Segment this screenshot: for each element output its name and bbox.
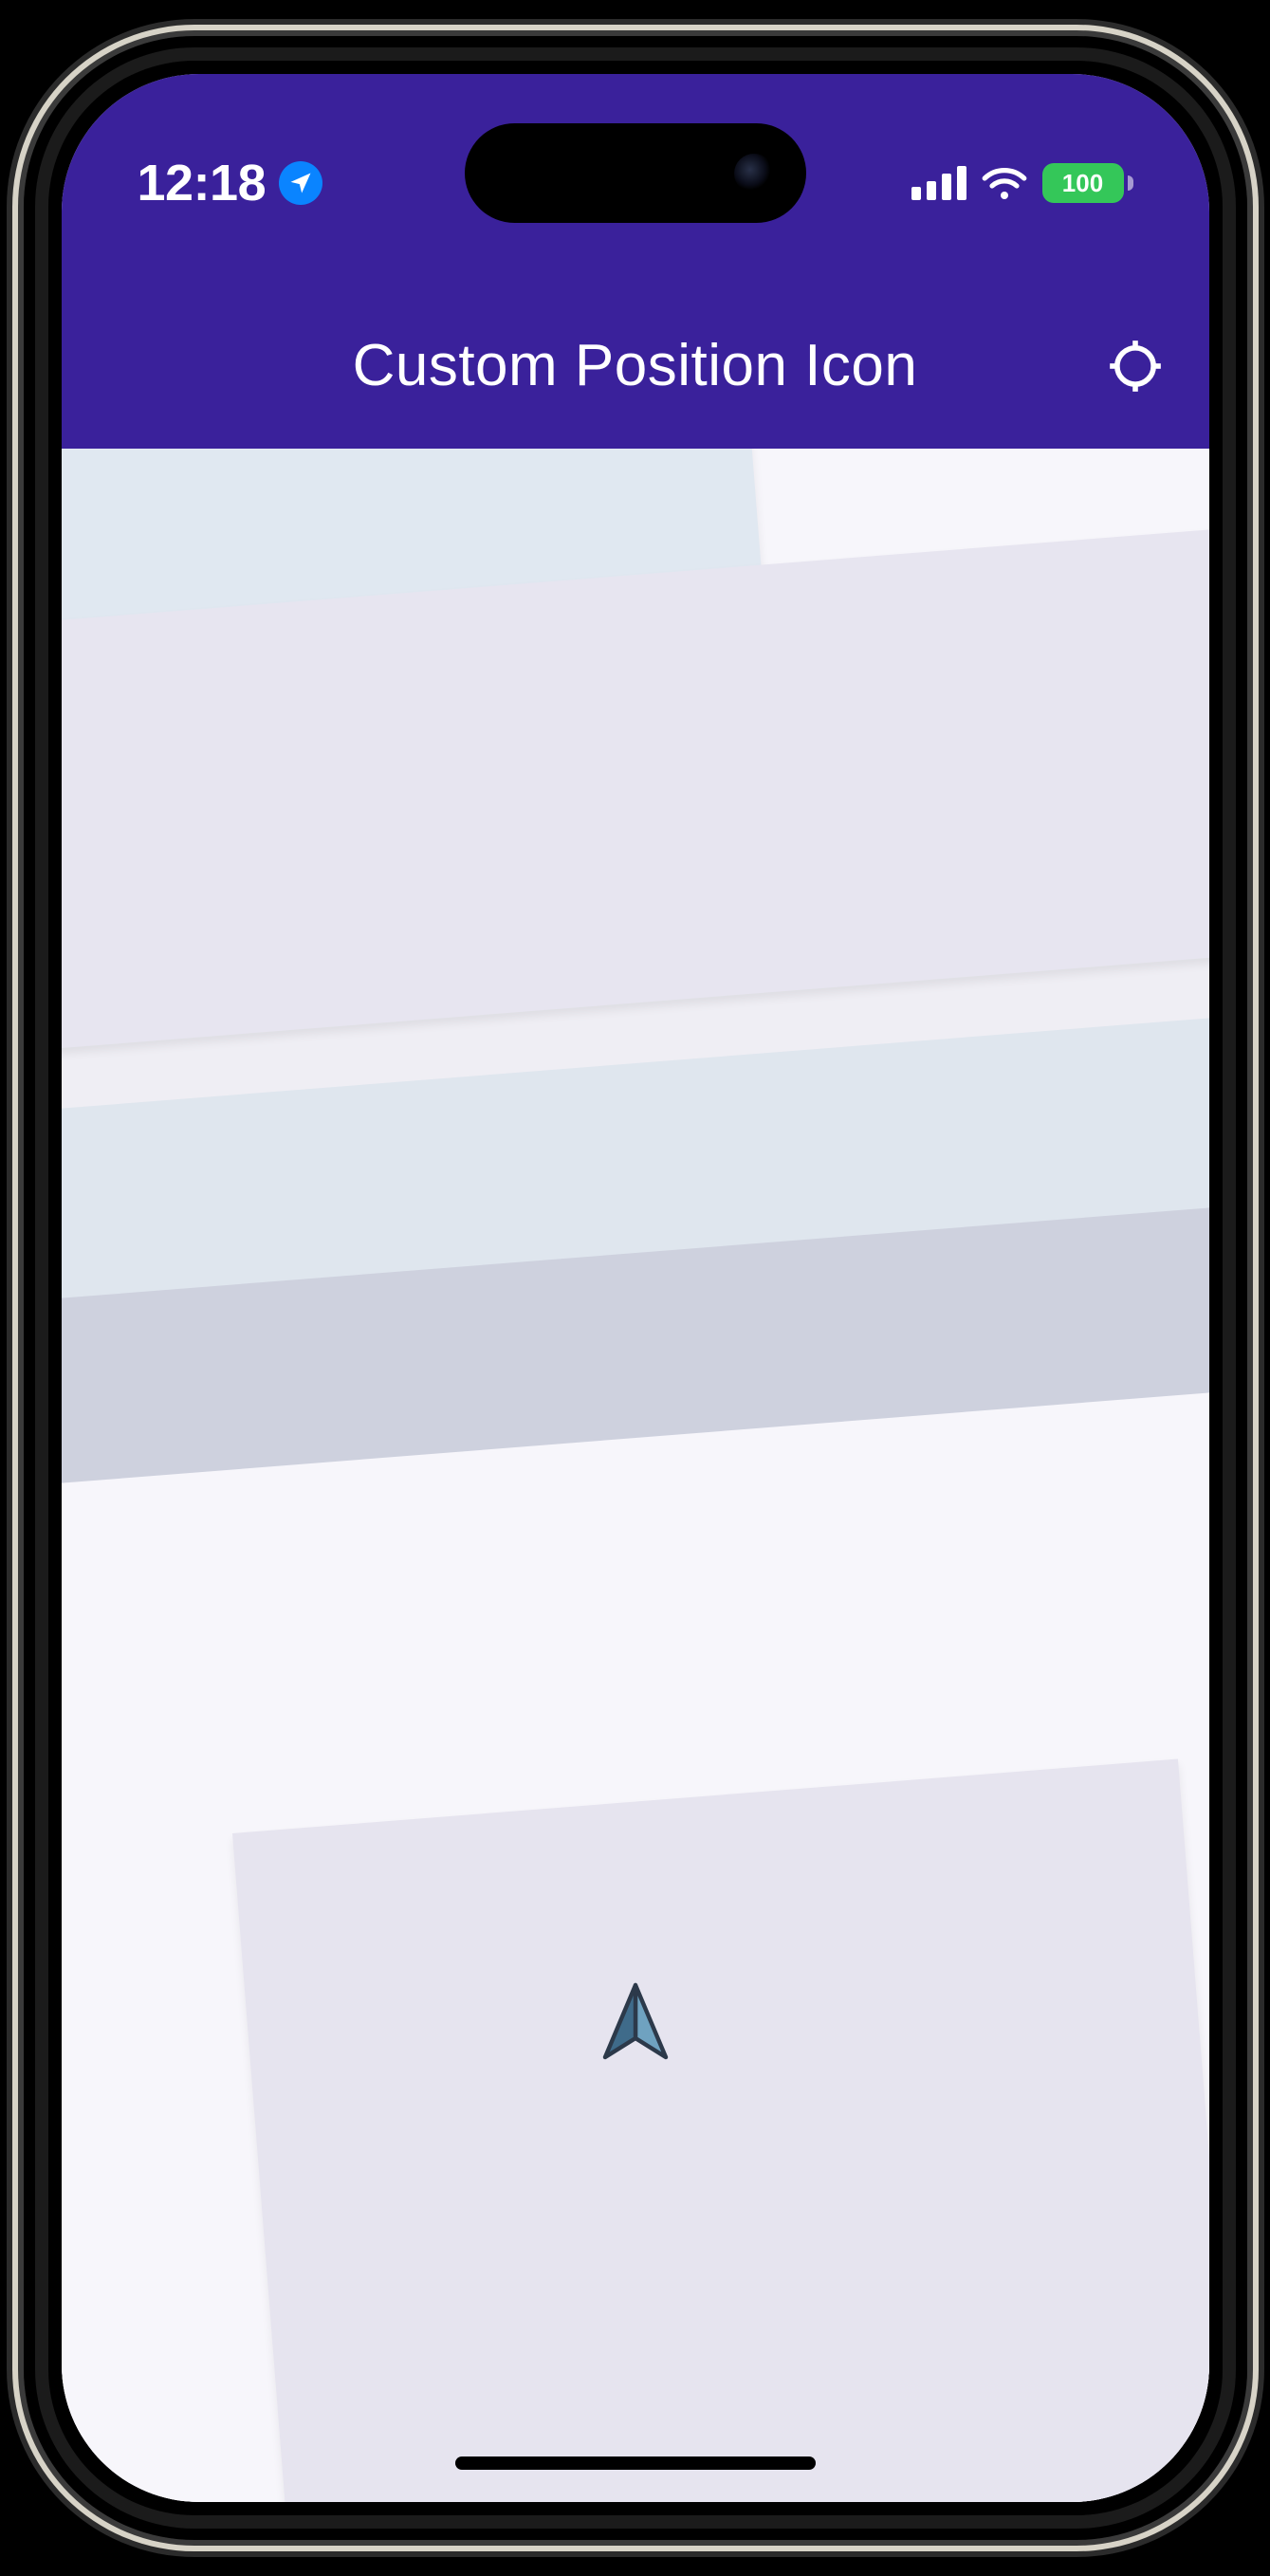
clock: 12:18 [138, 154, 267, 212]
navigation-arrow-icon [598, 1981, 673, 2065]
page-title: Custom Position Icon [353, 332, 918, 399]
map-view[interactable] [62, 449, 1209, 2502]
wifi-icon [982, 166, 1027, 200]
building-block [232, 1759, 1209, 2502]
status-bar-right: 100 [911, 163, 1133, 203]
phone-frame: Custom Position Icon 12:18 [24, 36, 1247, 2540]
map-buildings-layer [62, 449, 1209, 2502]
current-location-marker[interactable] [598, 1981, 673, 2065]
cellular-signal-icon [911, 166, 966, 200]
building-block [62, 524, 1209, 1083]
status-bar-left: 12:18 [138, 154, 323, 212]
nav-bar: Custom Position Icon [62, 283, 1209, 449]
location-services-icon [279, 161, 322, 205]
crosshair-icon [1109, 340, 1162, 393]
battery-tip [1128, 175, 1133, 191]
home-indicator[interactable] [455, 2456, 816, 2470]
dynamic-island [465, 123, 806, 223]
locate-button[interactable] [1107, 338, 1164, 395]
location-arrow-icon [287, 170, 314, 196]
screen: Custom Position Icon 12:18 [62, 74, 1209, 2502]
battery-indicator: 100 [1042, 163, 1133, 203]
battery-level: 100 [1042, 163, 1124, 203]
